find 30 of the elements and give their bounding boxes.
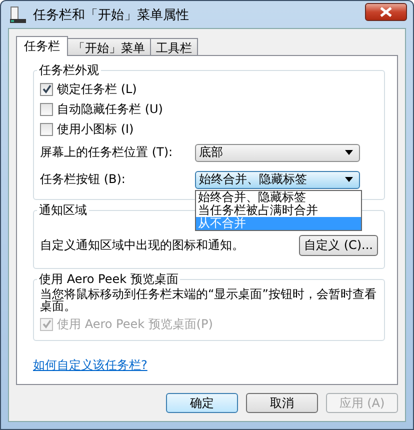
- field-label: 屏幕上的任务栏位置 (T):: [40, 144, 174, 161]
- dropdown-arrow-icon: [345, 177, 353, 182]
- dropdown-arrow-icon: [345, 150, 353, 155]
- customize-button[interactable]: 自定义 (C)...: [299, 235, 378, 256]
- group-title: 任务栏外观: [38, 62, 100, 79]
- checkbox-label[interactable]: 使用小图标 (I): [57, 120, 134, 138]
- taskbar-buttons-dropdown[interactable]: 始终合并、隐藏标签: [195, 170, 360, 188]
- description-text: 当您将鼠标移动到任务栏末端的“显示桌面”按钮时，会暂时查看桌面。: [40, 288, 378, 312]
- window-title: 任务栏和「开始」菜单属性: [33, 6, 190, 24]
- position-dropdown[interactable]: 底部: [195, 144, 360, 162]
- close-icon: [380, 6, 392, 16]
- dropdown-option[interactable]: 当任务栏被占满时合并: [196, 204, 361, 216]
- checkbox-label[interactable]: 锁定任务栏 (L): [57, 80, 137, 98]
- checkbox-label[interactable]: 自动隐藏任务栏 (U): [57, 100, 163, 118]
- help-link[interactable]: 如何自定义该任务栏?: [33, 357, 385, 374]
- dialog-button[interactable]: 取消: [246, 393, 318, 413]
- group-title: 使用 Aero Peek 预览桌面: [38, 271, 180, 288]
- dialog-button[interactable]: 确定: [166, 393, 238, 413]
- close-button[interactable]: [365, 2, 407, 20]
- taskbar-icon: [9, 6, 27, 24]
- tab[interactable]: 工具栏: [150, 38, 198, 55]
- dropdown-option[interactable]: 始终合并、隐藏标签: [196, 190, 361, 204]
- checkbox[interactable]: [40, 102, 53, 116]
- description-text: 自定义通知区域中出现的图标和通知。: [40, 237, 244, 254]
- tab[interactable]: 任务栏: [16, 36, 68, 56]
- group-title: 通知区域: [38, 202, 88, 219]
- tab[interactable]: 「开始」菜单: [67, 38, 151, 55]
- checkbox[interactable]: [40, 82, 53, 96]
- checkbox[interactable]: [40, 122, 53, 136]
- field-label: 任务栏按钮 (B):: [40, 171, 126, 188]
